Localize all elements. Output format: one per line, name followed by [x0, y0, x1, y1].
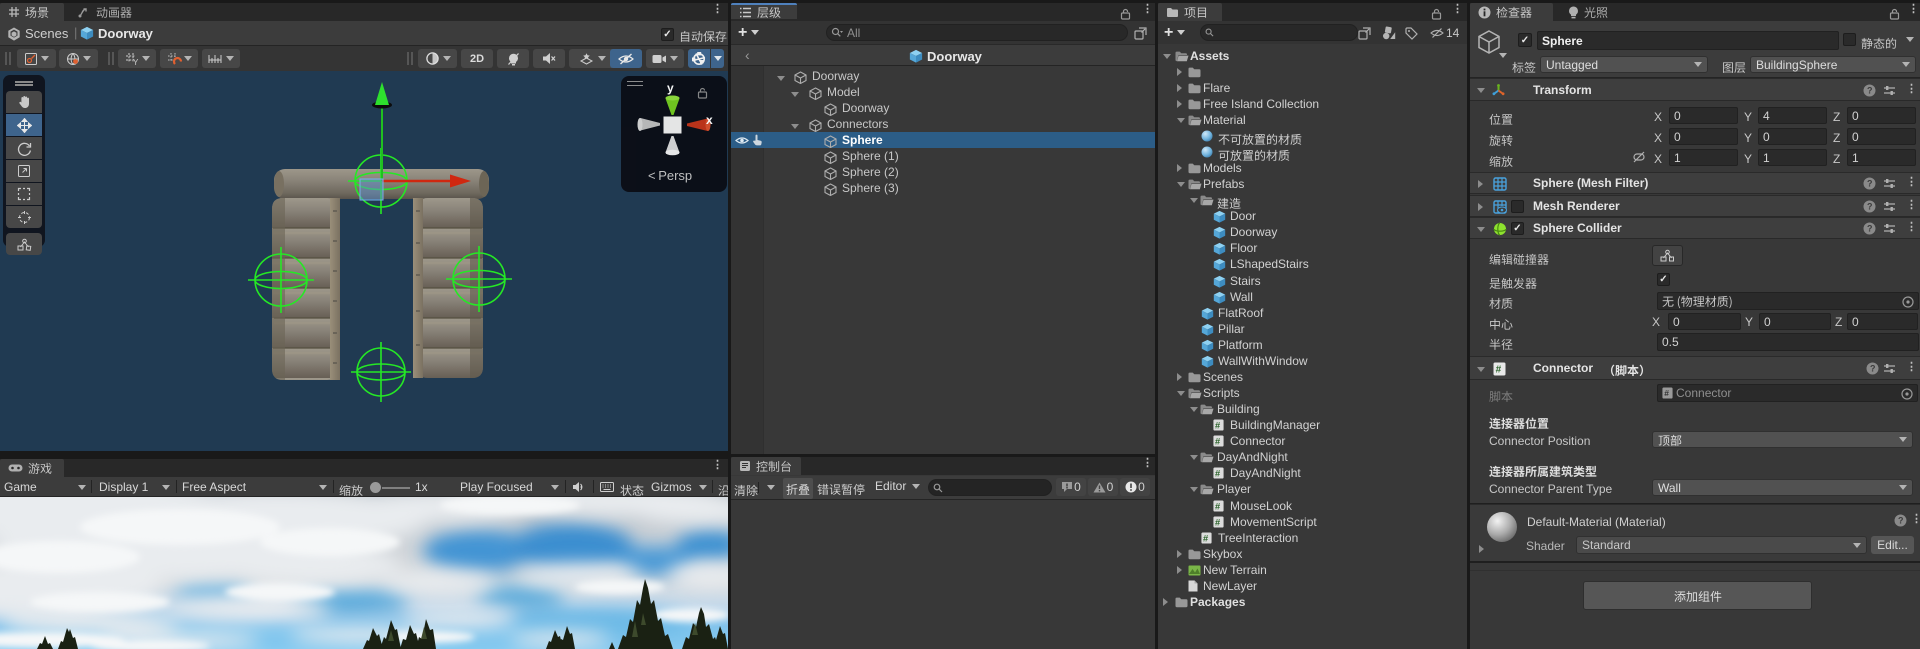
svg-text:#: #	[1496, 365, 1502, 376]
svg-text:?: ?	[1898, 516, 1904, 526]
svg-text:#: #	[1215, 517, 1221, 527]
svg-text:?: ?	[1867, 86, 1873, 96]
svg-text:#: #	[1215, 469, 1221, 479]
svg-text:?: ?	[1867, 179, 1873, 189]
svg-text:?: ?	[1867, 224, 1873, 234]
svg-text:#: #	[1215, 420, 1221, 430]
svg-text:?: ?	[1867, 202, 1873, 212]
svg-text:#: #	[1215, 437, 1221, 447]
svg-text:#: #	[1215, 501, 1221, 511]
svg-text:#: #	[1203, 533, 1209, 543]
svg-text:#: #	[1664, 388, 1669, 398]
svg-text:Y: Y	[133, 58, 139, 66]
svg-text:?: ?	[1870, 364, 1876, 374]
